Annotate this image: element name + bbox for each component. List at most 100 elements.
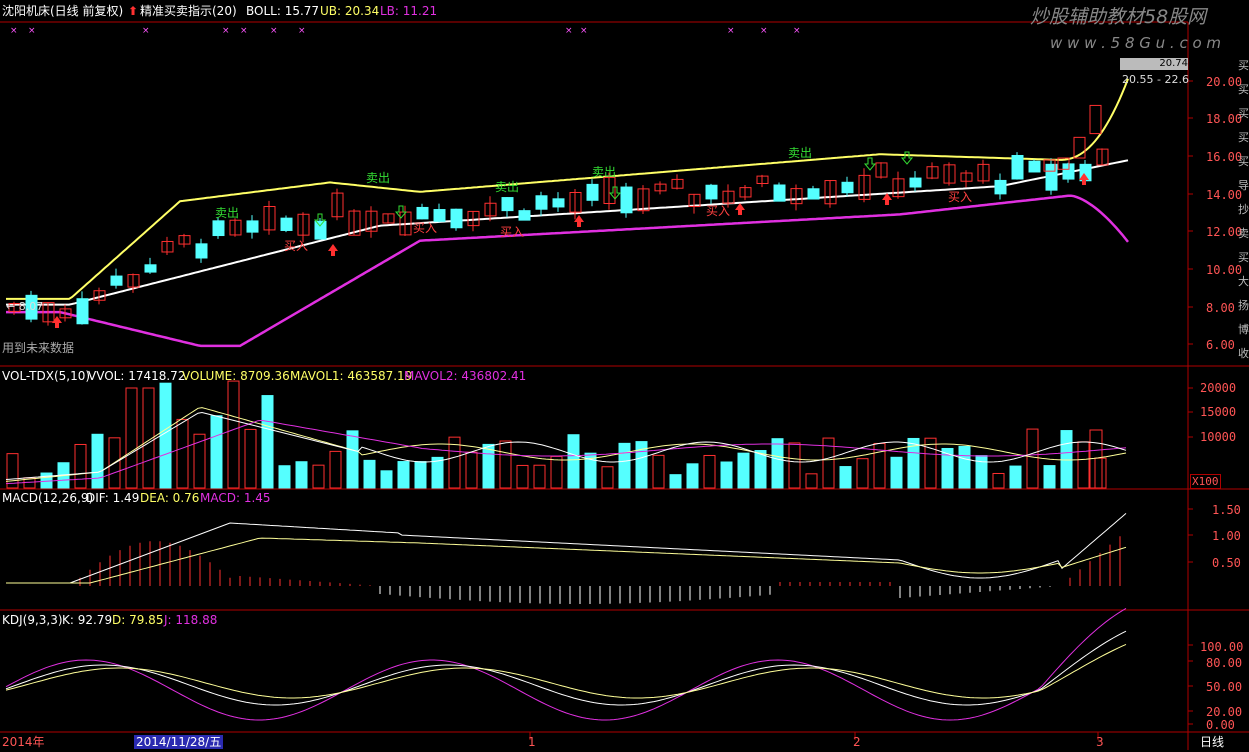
candle-body: [807, 188, 820, 200]
volume-bar: [414, 461, 427, 489]
sell-signal: 卖出: [366, 171, 390, 185]
y-axis-label: 8.00: [1206, 301, 1235, 315]
y-axis-label: 20.00: [1206, 75, 1243, 89]
right-signal-label: 买: [1238, 155, 1249, 168]
right-signal-label: 收: [1238, 347, 1249, 360]
signal-marker: ×: [760, 26, 768, 36]
volume-value: VOLUME: 8709.36: [182, 369, 290, 383]
volume-bar: [720, 461, 733, 489]
sell-arrow-icon: [900, 151, 914, 165]
volume-bar: [1077, 441, 1090, 489]
y-axis-label: 18.00: [1206, 112, 1243, 126]
volume-bar: [397, 461, 410, 489]
buy-arrow-icon: [735, 203, 745, 215]
candle-body: [450, 208, 463, 229]
signal-marker: ×: [727, 26, 735, 36]
y-axis-label: 16.00: [1206, 150, 1243, 164]
volume-bar: [924, 437, 937, 489]
candle-body: [994, 179, 1007, 195]
vol-axis-label: 10000: [1200, 430, 1237, 444]
kdj-k-line: [5, 630, 1127, 706]
kdj-title: KDJ(9,3,3): [2, 613, 63, 627]
kdj-d-line: [5, 643, 1127, 699]
signal-marker: ×: [240, 26, 248, 36]
volume-bar: [210, 415, 223, 489]
volume-bar: [1043, 465, 1056, 489]
volume-bar: [856, 458, 869, 489]
sell-signal: 卖出: [495, 180, 519, 194]
volume-bar: [992, 472, 1005, 489]
candle-body: [535, 195, 548, 210]
candle-body: [433, 209, 446, 222]
right-signal-label: 买: [1238, 83, 1249, 96]
boll-value: BOLL: 15.77: [246, 4, 320, 18]
candle-body: [280, 217, 293, 231]
volume-bar: [771, 438, 784, 489]
buy-signal: 买入: [948, 190, 972, 204]
volume-bar: [839, 466, 852, 489]
signal-marker: ×: [142, 26, 150, 36]
macd-title: MACD(12,26,9): [2, 491, 94, 505]
volume-bar: [295, 461, 308, 489]
volume-bar: [975, 455, 988, 489]
volume-bar: [499, 440, 512, 489]
right-signal-label: 买: [1238, 251, 1249, 264]
boll-lower-line: [6, 194, 1129, 348]
volume-bar: [380, 470, 393, 489]
right-signal-label: 买: [1238, 131, 1249, 144]
volume-bar: [805, 473, 818, 489]
kdj-axis-label: 50.00: [1206, 680, 1243, 694]
kdj-axis-label: 20.00: [1206, 705, 1243, 719]
candle-body: [246, 220, 259, 233]
top-price-tag: 20.74: [1120, 58, 1188, 70]
candle-body: [1028, 160, 1041, 173]
y-axis-label: 6.00: [1206, 338, 1235, 352]
volume-bar: [125, 387, 138, 489]
volume-bar: [363, 459, 376, 489]
volume-bar: [516, 464, 529, 489]
candle-body: [110, 275, 123, 286]
buy-signal: 买入: [500, 225, 524, 239]
indicator-title: 精准买卖指示(20): [140, 4, 237, 18]
buy-signal: 买入: [284, 239, 308, 253]
volume-bar: [227, 380, 240, 489]
stock-chart-window[interactable]: × × × × × × × × × × × × 卖出 卖出 卖出 卖出 卖出 买入 买入 买入 买入 买入 沈阳机床(日线…: [0, 0, 1249, 752]
dif-value: DIF: 1.49: [86, 491, 140, 505]
macd-axis-label: 0.50: [1212, 556, 1241, 570]
buy-signal: 买入: [706, 204, 730, 218]
sell-arrow-icon: [863, 157, 877, 171]
volume-bar: [465, 451, 478, 489]
buy-signal: 买入: [413, 221, 437, 235]
sell-signal: 卖出: [788, 146, 812, 160]
vol-unit-label: X100: [1190, 474, 1221, 489]
volume-bar: [669, 474, 682, 489]
mavol1-value: MAVOL1: 463587.19: [290, 369, 413, 383]
signal-marker: ×: [298, 26, 306, 36]
stock-title: 沈阳机床(日线 前复权): [2, 4, 124, 18]
volume-bar: [1094, 457, 1107, 489]
j-value: J: 118.88: [164, 613, 218, 627]
kdj-axis-label: 80.00: [1206, 656, 1243, 670]
candle-body: [195, 243, 208, 259]
signal-marker: ×: [28, 26, 36, 36]
up-arrow-icon: ⬆: [128, 4, 139, 18]
volume-bar: [176, 418, 189, 489]
volume-bar: [890, 456, 903, 489]
k-value: K: 92.79: [62, 613, 113, 627]
future-data-note: 用到未来数据: [2, 341, 75, 355]
volume-bar: [788, 442, 801, 489]
volume-bar: [703, 454, 716, 489]
candle-body: [416, 206, 429, 220]
right-signal-label: 扬: [1238, 299, 1249, 312]
vol-axis-label: 15000: [1200, 405, 1237, 419]
date-label: 2: [853, 735, 861, 749]
candle-body: [909, 177, 922, 188]
signal-marker: ×: [270, 26, 278, 36]
period-label[interactable]: 日线: [1200, 735, 1224, 749]
volume-bar: [1060, 430, 1073, 489]
candle-body: [586, 183, 599, 201]
volume-bar: [1009, 465, 1022, 489]
right-signal-list: 买买买买买导抄卖买大扬博收: [1238, 60, 1249, 372]
candle-body: [841, 181, 854, 194]
candle-body: [1089, 104, 1102, 135]
